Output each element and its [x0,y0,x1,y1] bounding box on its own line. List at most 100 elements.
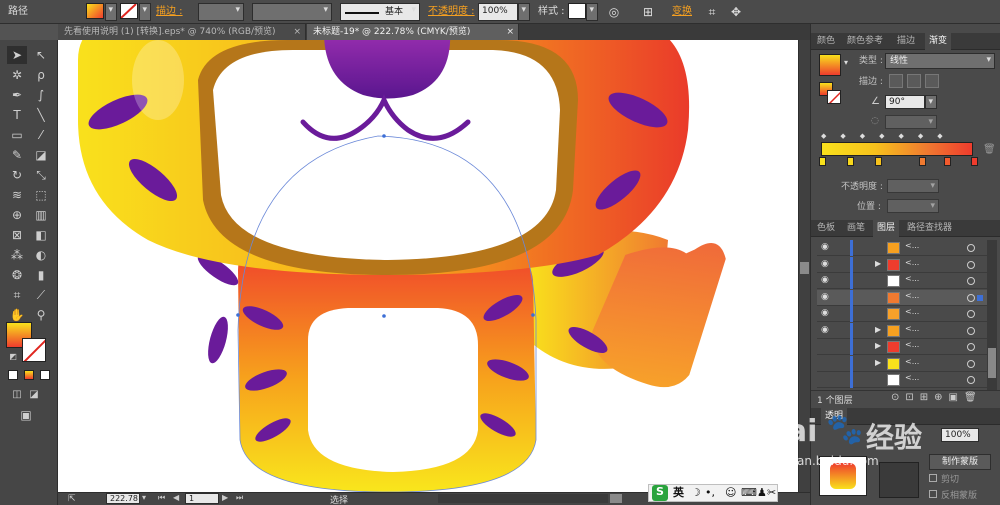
free-transform-icon[interactable]: ⬚ [31,186,51,204]
first-artboard-icon[interactable]: ⏮ [158,493,165,503]
pen-tool-icon[interactable]: ✒ [7,86,27,104]
layer-actions-icon[interactable]: ⊙⊡⊞⊕▣🗑 [891,392,983,403]
tools-icon[interactable]: ✂ [767,486,776,500]
line-tool-icon[interactable]: ╲ [31,106,51,124]
eyedropper-icon[interactable]: ⁂ [7,246,27,264]
isolate-icon[interactable]: ✥ [728,3,744,21]
stroke-across-icon[interactable] [925,74,939,88]
gradient-stop[interactable] [847,157,854,166]
layer-name[interactable]: <... [905,291,919,300]
stroke-within-icon[interactable] [889,74,903,88]
zoom-field[interactable]: 222.78 [106,493,140,504]
layer-name[interactable]: <... [905,324,919,333]
visibility-eye-icon[interactable]: ◉ [821,259,829,269]
gradient-stop[interactable] [971,157,978,166]
none-mode-icon[interactable] [40,370,50,380]
gradient-tool-icon[interactable]: ◧ [31,226,51,244]
expand-arrow-icon[interactable]: ▶ [875,325,881,334]
angle-field[interactable]: 90° [885,95,925,109]
tab-layers[interactable]: 图层 [873,220,900,237]
ime-logo-icon[interactable]: S [652,485,668,501]
layer-name[interactable]: <... [905,307,919,316]
zoom-tool-icon[interactable]: ⚲ [31,306,51,324]
anchor-point[interactable] [531,313,535,317]
vertical-scrollbar[interactable] [798,40,810,492]
gradient-stop[interactable] [875,157,882,166]
expand-arrow-icon[interactable]: ▶ [875,341,881,350]
symbol-sprayer-icon[interactable]: ❂ [7,266,27,284]
punctuation-icon[interactable]: •, [705,486,715,500]
gradient-mode-icon[interactable] [24,370,34,380]
tab-color-guide[interactable]: 颜色参考 [843,33,887,50]
layer-name[interactable]: <... [905,241,919,250]
gradient-stop[interactable] [944,157,951,166]
tab-color[interactable]: 颜色 [813,33,839,50]
aspect-ratio-field[interactable] [885,115,937,129]
tab-brushes[interactable]: 画笔 [843,220,869,237]
artboard-nav-icon[interactable]: ⇱ [68,494,76,504]
brush-profile-dropdown[interactable]: 基本 [340,3,420,21]
gradient-type-dropdown[interactable]: 线性 [885,53,995,69]
midpoint-markers[interactable]: ◆◆◆◆◆◆◆ [821,132,991,142]
tab-document-2[interactable]: 未标题-19* @ 222.78% (CMYK/预览) × [307,24,519,40]
color-mode-icon[interactable] [8,370,18,380]
angle-dropdown[interactable] [925,95,937,109]
default-colors-icon[interactable]: ◩ [3,348,23,366]
fill-dropdown[interactable] [105,3,117,21]
layer-name[interactable]: <... [905,274,919,283]
prev-artboard-icon[interactable]: ◀ [173,493,179,502]
direct-selection-tool-icon[interactable]: ↖ [31,46,51,64]
tab-swatches[interactable]: 色板 [813,220,839,237]
user-icon[interactable]: ♟ [757,486,767,500]
style-dropdown[interactable] [586,3,598,21]
layer-name[interactable]: <... [905,373,919,382]
stroke-color-box[interactable] [22,338,46,362]
layer-name[interactable]: <... [905,357,919,366]
visibility-eye-icon[interactable]: ◉ [821,292,829,302]
target-circle-icon[interactable] [967,260,975,269]
visibility-eye-icon[interactable]: ◉ [821,308,829,318]
selection-indicator[interactable] [977,294,983,301]
style-swatch[interactable] [568,3,586,19]
rectangle-tool-icon[interactable]: ▭ [7,126,27,144]
stop-location-field[interactable] [887,199,939,213]
transform-label[interactable]: 变换 [672,3,692,21]
gradient-stops[interactable] [819,157,979,167]
layer-row[interactable]: ◉ <... [817,289,987,306]
slice-tool-icon[interactable]: ⟋ [31,286,51,304]
anchor-point[interactable] [382,134,386,138]
horizontal-scrollbar[interactable] [438,494,622,503]
target-circle-icon[interactable] [967,310,975,318]
transparency-opacity-field[interactable]: 100% [941,428,979,442]
artboard-field[interactable]: 1 [185,493,219,504]
keyboard-icon[interactable]: ⌨ [741,486,757,500]
stroke-swatch[interactable] [120,3,138,19]
gradient-stroke-box[interactable] [827,90,841,104]
mask-thumbnail[interactable] [879,462,919,498]
draw-behind-icon[interactable]: ◪ [24,386,44,404]
gradient-preset-dropdown-icon[interactable]: ▾ [844,58,848,67]
artboard-canvas[interactable] [58,40,798,492]
clip-checkbox[interactable] [929,474,937,482]
close-icon[interactable]: × [506,24,514,40]
column-graph-icon[interactable]: ▮ [31,266,51,284]
vertical-scroll-thumb[interactable] [800,262,809,274]
tab-pathfinder[interactable]: 路径查找器 [903,220,956,237]
blend-tool-icon[interactable]: ◐ [31,246,51,264]
visibility-eye-icon[interactable]: ◉ [821,275,829,285]
target-circle-icon[interactable] [967,359,975,368]
expand-arrow-icon[interactable]: ▶ [875,358,881,367]
opacity-label[interactable]: 不透明度 : [428,3,475,21]
target-circle-icon[interactable] [967,244,975,252]
ime-mode[interactable]: 英 [673,486,684,500]
magic-wand-icon[interactable]: ✲ [7,66,27,84]
horizontal-scroll-thumb[interactable] [610,494,622,503]
target-circle-icon[interactable] [967,376,975,384]
graph-tool-icon[interactable]: ▥ [31,206,51,224]
close-icon[interactable]: × [293,24,301,40]
layer-name[interactable]: <... [905,340,919,349]
moon-icon[interactable]: ☽ [691,486,701,500]
eraser-tool-icon[interactable]: ◪ [31,146,51,164]
layers-scroll-thumb[interactable] [988,348,996,378]
selection-tool-icon[interactable]: ➤ [7,46,27,64]
